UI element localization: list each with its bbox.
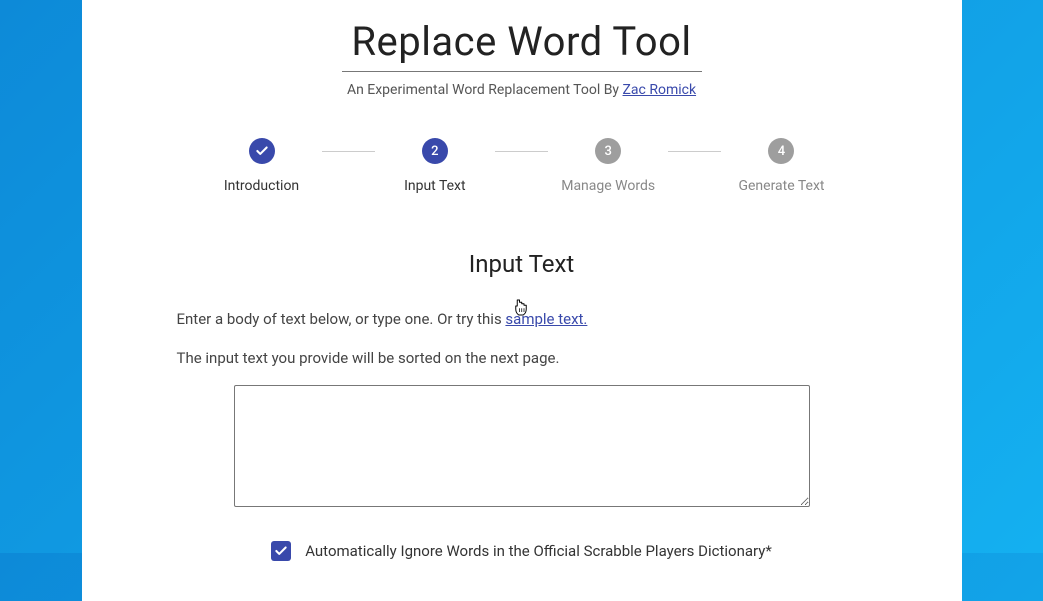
- instruction-text: Enter a body of text below, or type one.…: [177, 308, 867, 331]
- step-generate-text[interactable]: 4 Generate Text: [721, 138, 841, 194]
- step-connector: [668, 151, 721, 152]
- body-text-input[interactable]: [234, 385, 810, 507]
- step-label: Introduction: [224, 178, 299, 194]
- step-circle-pending: 3: [595, 138, 621, 164]
- step-label: Input Text: [404, 178, 466, 194]
- step-label: Generate Text: [738, 178, 824, 194]
- page-subtitle: An Experimental Word Replacement Tool By…: [82, 82, 962, 98]
- title-underline: [342, 71, 702, 72]
- instruction-prefix: Enter a body of text below, or type one.…: [177, 310, 506, 328]
- step-introduction[interactable]: Introduction: [202, 138, 322, 194]
- stepper: Introduction 2 Input Text 3 Manage Words…: [202, 138, 842, 194]
- step-circle-active: 2: [422, 138, 448, 164]
- textarea-wrap: [177, 385, 867, 507]
- step-input-text[interactable]: 2 Input Text: [375, 138, 495, 194]
- content-area: Enter a body of text below, or type one.…: [177, 308, 867, 561]
- section-title: Input Text: [82, 250, 962, 278]
- step-connector: [495, 151, 548, 152]
- ignore-dictionary-row: Automatically Ignore Words in the Offici…: [177, 541, 867, 561]
- step-circle-done: [249, 138, 275, 164]
- page-container: Replace Word Tool An Experimental Word R…: [82, 0, 962, 601]
- step-circle-pending: 4: [768, 138, 794, 164]
- page-title: Replace Word Tool: [82, 0, 962, 65]
- author-link[interactable]: Zac Romick: [623, 82, 697, 98]
- check-icon: [274, 544, 288, 558]
- step-connector: [322, 151, 375, 152]
- step-manage-words[interactable]: 3 Manage Words: [548, 138, 668, 194]
- check-icon: [255, 144, 269, 158]
- sample-text-link[interactable]: sample text.: [505, 310, 587, 328]
- step-label: Manage Words: [561, 178, 655, 194]
- note-text: The input text you provide will be sorte…: [177, 347, 867, 370]
- subtitle-prefix: An Experimental Word Replacement Tool By: [347, 82, 623, 98]
- ignore-dictionary-label: Automatically Ignore Words in the Offici…: [305, 542, 772, 560]
- ignore-dictionary-checkbox[interactable]: [271, 541, 291, 561]
